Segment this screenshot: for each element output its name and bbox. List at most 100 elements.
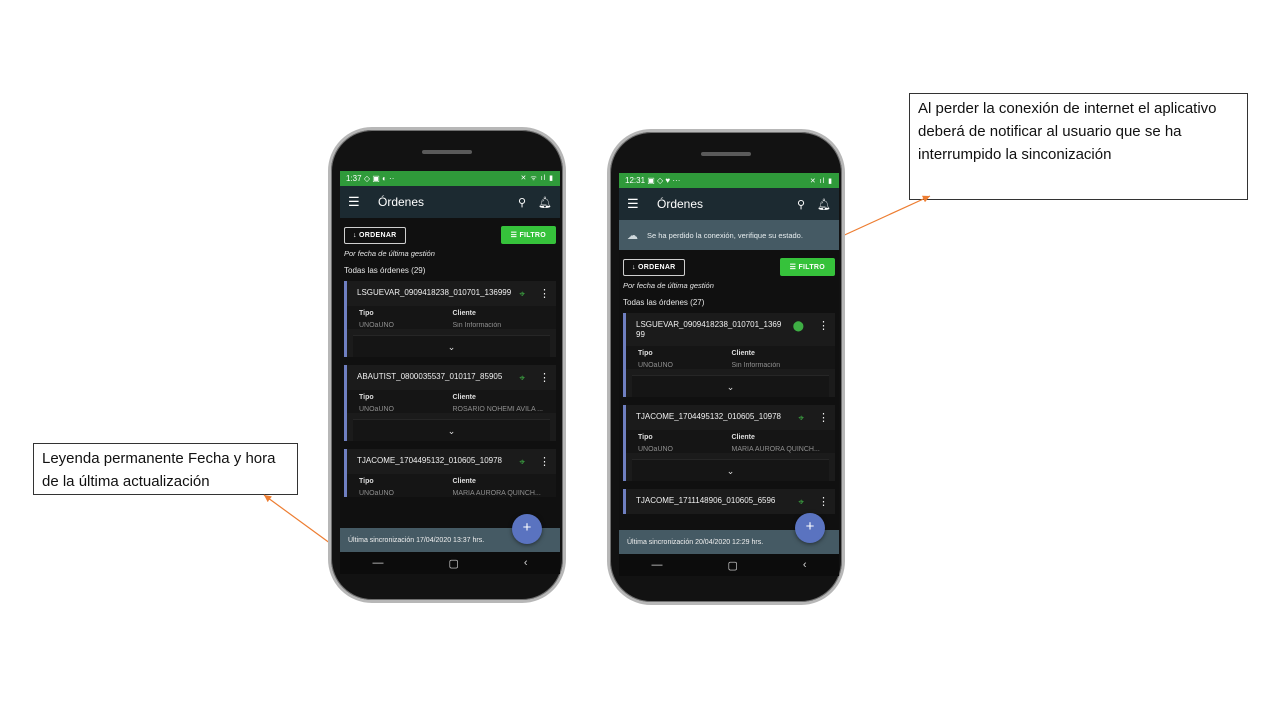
search-icon[interactable]: ⚲ <box>518 196 526 209</box>
order-card[interactable]: LSGUEVAR_0909418238_010701_136999 ⬤ ⋮ Ti… <box>623 313 835 397</box>
order-card[interactable]: TJACOME_1704495132_010605_10978 ⌖ ⋮ Tipo… <box>623 405 835 481</box>
more-vert-icon[interactable]: ⋮ <box>539 373 550 384</box>
field-tipo: Tipo UNOaUNO <box>638 350 732 369</box>
speaker <box>422 150 472 154</box>
location-pin-icon: ⌖ <box>519 373 525 384</box>
order-card[interactable]: TJACOME_1704495132_010605_10978 ⌖ ⋮ Tipo… <box>344 449 556 497</box>
label: Cliente <box>731 434 755 441</box>
order-name: LSGUEVAR_0909418238_010701_136999 <box>357 288 512 297</box>
add-button[interactable]: + <box>795 513 825 543</box>
status-icons-right: ✕ ıl ▮ <box>809 177 833 185</box>
field-cliente: Cliente MARIA AURORA QUINCH... <box>732 434 826 453</box>
system-nav-bar: — ▢ ‹ <box>340 552 560 574</box>
arrow-right <box>837 195 931 239</box>
callout-offline-notice: Al perder la conexión de internet el apl… <box>909 93 1248 200</box>
status-left: 12:31 ▣ ◇ ♥ ··· <box>625 176 680 185</box>
recent-apps-icon[interactable]: — <box>372 557 383 569</box>
more-vert-icon[interactable]: ⋮ <box>818 321 829 332</box>
toolbar: ↓ ORDENAR ☰ FILTRO <box>619 250 839 278</box>
chevron-down-icon[interactable]: ⌄ <box>632 459 829 481</box>
plus-icon: + <box>522 519 532 536</box>
status-bar: 1:37 ◇ ▣ ◐ ·· ✕ ᯤ ıl ▮ <box>340 171 560 186</box>
label: Tipo <box>359 478 374 485</box>
field-cliente: Cliente MARIA AURORA QUINCH... <box>453 478 547 497</box>
chevron-down-icon[interactable]: ⌄ <box>353 335 550 357</box>
status-icons-left: ◇ ▣ ◐ ·· <box>363 174 395 183</box>
filter-button[interactable]: ☰ FILTRO <box>500 226 556 244</box>
toolbar: ↓ ORDENAR ☰ FILTRO <box>340 218 560 246</box>
field-cliente: Cliente Sin Información <box>732 350 826 369</box>
value: Sin Información <box>731 362 781 369</box>
arrow-left <box>263 494 339 550</box>
back-icon[interactable]: ‹ <box>524 557 528 569</box>
order-card-header: TJACOME_1704495132_010605_10978 ⌖ ⋮ <box>347 449 556 474</box>
add-button[interactable]: + <box>512 514 542 544</box>
app-bar: ☰ Órdenes ⚲ 🔔︎ <box>340 186 560 218</box>
filter-button[interactable]: ☰ FILTRO <box>779 258 835 276</box>
home-icon[interactable]: ▢ <box>448 557 458 570</box>
location-pin-icon: ⌖ <box>519 289 525 300</box>
status-time: 12:31 <box>625 176 646 185</box>
order-name: TJACOME_1711148906_010605_6596 <box>636 496 776 505</box>
value: UNOaUNO <box>359 490 395 497</box>
order-card-header: TJACOME_1704495132_010605_10978 ⌖ ⋮ <box>626 405 835 430</box>
label: Tipo <box>638 350 653 357</box>
home-icon[interactable]: ▢ <box>727 559 737 572</box>
orders-count: Todas las órdenes (27) <box>623 298 705 307</box>
order-fields: Tipo UNOaUNO Cliente MARIA AURORA QUINCH..… <box>626 430 835 453</box>
value: UNOaUNO <box>359 322 395 329</box>
order-button[interactable]: ↓ ORDENAR <box>344 226 406 244</box>
order-card[interactable]: TJACOME_1711148906_010605_6596 ⌖ ⋮ <box>623 489 835 514</box>
page-title: Órdenes <box>378 195 425 209</box>
field-tipo: Tipo UNOaUNO <box>359 310 453 329</box>
order-button[interactable]: ↓ ORDENAR <box>623 258 685 276</box>
location-pin-icon: ⬤ <box>792 321 804 332</box>
value: UNOaUNO <box>359 406 395 413</box>
callout-left-text: Leyenda permanente Fecha y hora de la úl… <box>42 450 276 490</box>
order-fields: Tipo UNOaUNO Cliente Sin Información <box>626 346 835 369</box>
order-card[interactable]: ABAUTIST_0800035537_010117_85905 ⌖ ⋮ Tip… <box>344 365 556 441</box>
field-tipo: Tipo UNOaUNO <box>359 394 453 413</box>
order-fields: Tipo UNOaUNO Cliente ROSARIO NOHEMI AVILA … <box>347 390 556 413</box>
location-pin-icon: ⌖ <box>519 457 525 468</box>
bell-icon[interactable]: 🔔︎ <box>817 198 831 211</box>
status-bar: 12:31 ▣ ◇ ♥ ··· ✕ ıl ▮ <box>619 173 839 188</box>
more-vert-icon[interactable]: ⋮ <box>539 289 550 300</box>
field-tipo: Tipo UNOaUNO <box>359 478 453 497</box>
menu-icon[interactable]: ☰ <box>348 194 368 210</box>
chevron-down-icon[interactable]: ⌄ <box>632 375 829 397</box>
more-vert-icon[interactable]: ⋮ <box>539 457 550 468</box>
offline-banner-text: Se ha perdido la conexión, verifique su … <box>647 230 803 240</box>
filter-label: FILTRO <box>519 232 546 239</box>
status-left: 1:37 ◇ ▣ ◐ ·· <box>346 174 394 183</box>
last-sync-label: Última sincronización 20/04/2020 12:29 h… <box>627 538 764 546</box>
value: Sin Información <box>452 322 502 329</box>
more-vert-icon[interactable]: ⋮ <box>818 497 829 508</box>
menu-icon[interactable]: ☰ <box>627 196 647 212</box>
recent-apps-icon[interactable]: — <box>651 559 662 571</box>
callout-sync-legend: Leyenda permanente Fecha y hora de la úl… <box>33 443 298 495</box>
value: UNOaUNO <box>638 362 674 369</box>
cloud-off-icon: ☁ <box>627 229 638 242</box>
order-name: TJACOME_1704495132_010605_10978 <box>636 412 782 421</box>
more-vert-icon[interactable]: ⋮ <box>818 413 829 424</box>
back-icon[interactable]: ‹ <box>803 559 807 571</box>
order-label: ORDENAR <box>638 263 676 271</box>
order-card-header: ABAUTIST_0800035537_010117_85905 ⌖ ⋮ <box>347 365 556 390</box>
order-card[interactable]: LSGUEVAR_0909418238_010701_136999 ⌖ ⋮ Ti… <box>344 281 556 357</box>
order-name: ABAUTIST_0800035537_010117_85905 <box>357 372 503 381</box>
system-nav-bar: — ▢ ‹ <box>619 554 839 576</box>
label: Cliente <box>452 478 476 485</box>
bell-icon[interactable]: 🔔︎ <box>538 196 552 209</box>
search-icon[interactable]: ⚲ <box>797 198 805 211</box>
status-icons-right: ✕ ᯤ ıl ▮ <box>520 175 554 182</box>
phone-2: 12:31 ▣ ◇ ♥ ··· ✕ ıl ▮ ☰ Órdenes ⚲ 🔔︎ ☁ … <box>607 129 845 605</box>
label: Tipo <box>638 434 653 441</box>
callout-right-text: Al perder la conexión de internet el apl… <box>918 100 1217 163</box>
app-bar: ☰ Órdenes ⚲ 🔔︎ <box>619 188 839 220</box>
field-cliente: Cliente Sin Información <box>453 310 547 329</box>
chevron-down-icon[interactable]: ⌄ <box>353 419 550 441</box>
value: MARIA AURORA QUINCH... <box>452 490 541 497</box>
label: Tipo <box>359 394 374 401</box>
offline-banner: ☁ Se ha perdido la conexión, verifique s… <box>619 220 839 250</box>
